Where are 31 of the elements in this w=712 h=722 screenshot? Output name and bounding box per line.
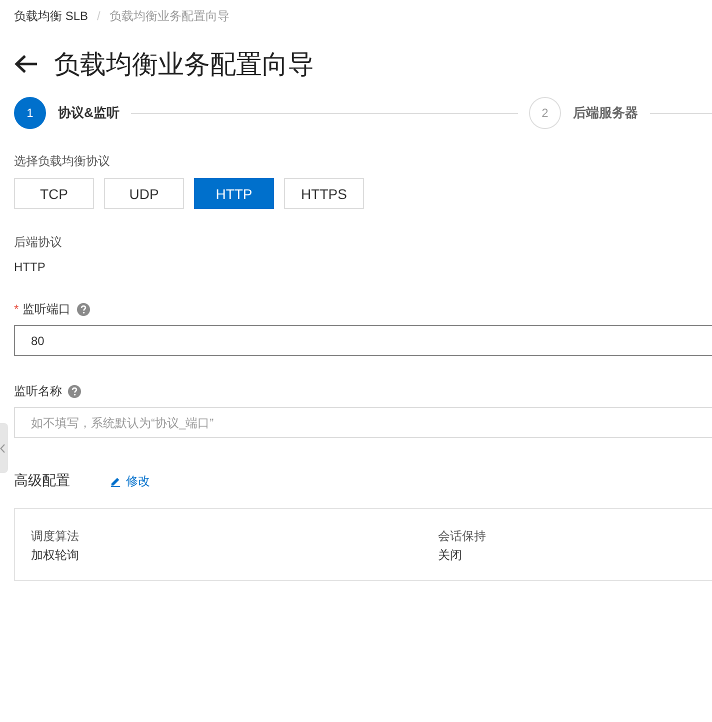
breadcrumb-separator: /	[97, 9, 100, 23]
help-icon[interactable]	[76, 302, 90, 316]
step-number: 1	[14, 97, 46, 129]
setting-value: 关闭	[438, 547, 463, 564]
input-field[interactable]: 80	[14, 325, 712, 356]
protocol-option[interactable]: UDP	[104, 178, 184, 209]
chevron-left-icon	[0, 444, 5, 452]
setting-label: 会话保持	[438, 528, 487, 545]
breadcrumb-link[interactable]: 负载均衡 SLB	[14, 8, 88, 24]
back-arrow-icon[interactable]	[14, 54, 38, 74]
protocol-option[interactable]: HTTPS	[284, 178, 364, 209]
field-value: HTTP	[14, 259, 46, 276]
help-icon[interactable]	[68, 384, 81, 398]
setting-label: 调度算法	[31, 528, 80, 545]
field-label: 监听名称	[14, 383, 62, 400]
step-label: 后端服务器	[573, 104, 638, 122]
input-field[interactable]: 如不填写，系统默认为“协议_端口”	[14, 407, 712, 438]
section-title: 高级配置	[14, 472, 70, 490]
setting-value: 加权轮询	[31, 547, 80, 564]
edit-link[interactable]: 修改	[110, 472, 150, 490]
page-title: 负载均衡业务配置向导	[54, 48, 314, 81]
step-label: 协议&监听	[58, 104, 120, 122]
pencil-icon	[110, 476, 121, 486]
protocol-option[interactable]: HTTP	[194, 178, 274, 209]
field-label: 监听端口	[22, 301, 71, 318]
required-mark: *	[14, 301, 19, 318]
field-label: 选择负载均衡协议	[14, 153, 111, 170]
protocol-option[interactable]: TCP	[14, 178, 94, 209]
collapse-handle[interactable]	[0, 423, 8, 473]
field-label: 后端协议	[14, 234, 63, 251]
step-number: 2	[529, 97, 561, 129]
